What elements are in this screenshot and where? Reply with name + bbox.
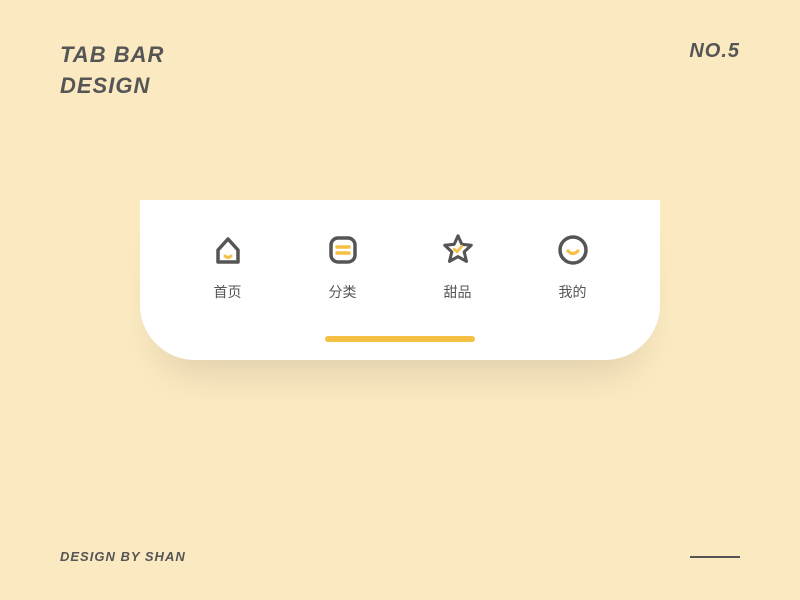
star-icon bbox=[440, 232, 476, 268]
profile-icon bbox=[555, 232, 591, 268]
page-title: TAB BAR DESIGN bbox=[60, 40, 164, 102]
tab-bar: 首页 分类 甜品 bbox=[140, 200, 660, 360]
title-line1: TAB BAR bbox=[60, 40, 164, 71]
category-icon bbox=[325, 232, 361, 268]
page-number: NO.5 bbox=[689, 40, 740, 63]
tab-label: 甜品 bbox=[444, 282, 472, 302]
title-line2: DESIGN bbox=[60, 71, 164, 102]
footer-line bbox=[690, 556, 740, 558]
credit-text: DESIGN BY SHAN bbox=[60, 549, 186, 564]
home-icon bbox=[210, 232, 246, 268]
tab-dessert[interactable]: 甜品 bbox=[413, 232, 503, 302]
tab-label: 分类 bbox=[329, 282, 357, 302]
tab-label: 我的 bbox=[559, 282, 587, 302]
footer: DESIGN BY SHAN bbox=[60, 549, 740, 564]
tab-category[interactable]: 分类 bbox=[298, 232, 388, 302]
tab-profile[interactable]: 我的 bbox=[528, 232, 618, 302]
tabs-container: 首页 分类 甜品 bbox=[140, 232, 660, 302]
tab-home[interactable]: 首页 bbox=[183, 232, 273, 302]
tab-label: 首页 bbox=[214, 282, 242, 302]
header: TAB BAR DESIGN NO.5 bbox=[0, 0, 800, 102]
tab-indicator bbox=[325, 336, 475, 342]
